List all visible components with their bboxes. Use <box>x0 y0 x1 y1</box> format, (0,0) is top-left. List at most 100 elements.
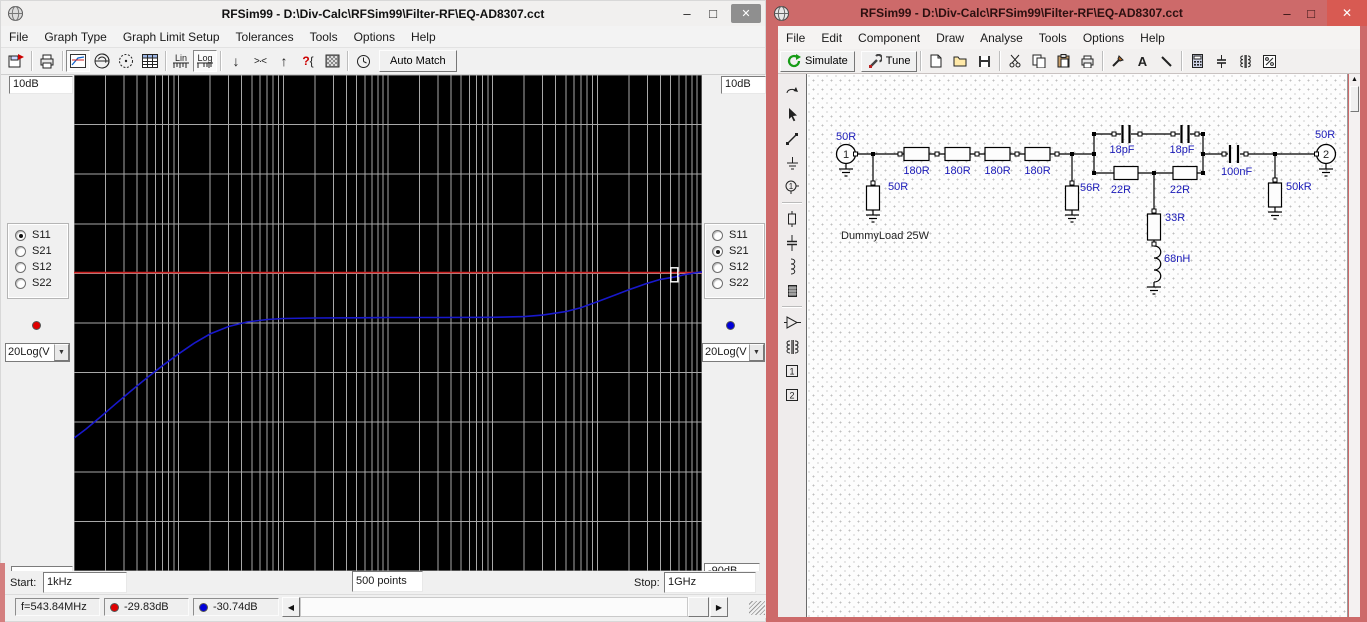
resistor-tool-icon[interactable] <box>781 208 803 229</box>
query-values-icon[interactable]: ?{ <box>296 50 320 72</box>
wire-segment-icon[interactable] <box>781 128 803 149</box>
simulate-button[interactable]: Simulate <box>780 51 855 72</box>
marker-scrollbar-thumb[interactable] <box>688 597 709 617</box>
print-graph-icon[interactable] <box>35 50 59 72</box>
menu-draw[interactable]: Draw <box>928 28 972 48</box>
save-icon[interactable] <box>972 50 996 72</box>
select-pointer-icon[interactable] <box>781 104 803 125</box>
log-scale-icon[interactable]: Log <box>193 50 217 72</box>
line-tool-icon[interactable] <box>1154 50 1178 72</box>
y-top-limit-field-right[interactable]: 10dB <box>721 76 766 94</box>
marker-down-icon[interactable]: ↓ <box>224 50 248 72</box>
radio-s11-left[interactable]: S11 <box>8 227 68 243</box>
wire-tool-icon[interactable] <box>1106 50 1130 72</box>
menu-options[interactable]: Options <box>346 27 403 47</box>
open-file-icon[interactable] <box>948 50 972 72</box>
scrollbar-thumb[interactable] <box>1350 86 1359 112</box>
points-input[interactable]: 500 points <box>352 571 423 592</box>
radio-s22-right[interactable]: S22 <box>705 275 764 291</box>
chevron-down-icon[interactable]: ▼ <box>749 344 764 361</box>
radio-s22-left[interactable]: S22 <box>8 275 68 291</box>
text-tool-icon[interactable]: A <box>1130 50 1154 72</box>
scroll-up-icon[interactable]: ▲ <box>1351 74 1358 86</box>
copy-icon[interactable] <box>1027 50 1051 72</box>
minimize-icon[interactable]: – <box>1279 6 1295 21</box>
two-port-tool-icon[interactable]: 2 <box>781 384 803 405</box>
menu-file[interactable]: File <box>1 27 36 47</box>
misc-component-icon[interactable] <box>1257 50 1281 72</box>
rotate-tool-icon[interactable] <box>781 80 803 101</box>
menu-graph-limit-setup[interactable]: Graph Limit Setup <box>115 27 228 47</box>
capacitor-tool-icon[interactable] <box>1209 50 1233 72</box>
resize-grip[interactable] <box>749 601 765 615</box>
transformer-tool-icon[interactable] <box>1233 50 1257 72</box>
sweep-timer-icon[interactable] <box>351 50 375 72</box>
menu-tools[interactable]: Tools <box>302 27 346 47</box>
close-icon[interactable]: ✕ <box>731 4 761 23</box>
transformer-component-icon[interactable] <box>781 336 803 357</box>
menu-tools[interactable]: Tools <box>1031 28 1075 48</box>
ground-tool-icon[interactable] <box>781 152 803 173</box>
paste-icon[interactable] <box>1051 50 1075 72</box>
output-shunt-resistor[interactable] <box>1269 183 1282 207</box>
menu-graph-type[interactable]: Graph Type <box>36 27 114 47</box>
menu-edit[interactable]: Edit <box>813 28 850 48</box>
schematic-canvas[interactable]: 1 2 <box>806 74 1348 617</box>
linear-scale-icon[interactable]: Lin <box>169 50 193 72</box>
minimize-icon[interactable]: – <box>679 6 695 21</box>
radio-s12-right[interactable]: S12 <box>705 259 764 275</box>
mid-shunt-resistor[interactable] <box>1066 186 1079 210</box>
close-icon[interactable]: ✕ <box>1327 0 1367 26</box>
radio-s21-left[interactable]: S21 <box>8 243 68 259</box>
smith-chart-icon[interactable] <box>90 50 114 72</box>
cut-icon[interactable] <box>1003 50 1027 72</box>
table-view-icon[interactable] <box>138 50 162 72</box>
stop-frequency-input[interactable]: 1GHz <box>664 572 756 593</box>
graph-plot-area[interactable] <box>74 75 702 571</box>
port-2[interactable]: 2 <box>1317 145 1336 164</box>
menu-help[interactable]: Help <box>1132 28 1173 48</box>
radio-s11-right[interactable]: S11 <box>705 227 764 243</box>
y-top-limit-field-left[interactable]: 10dB <box>9 76 73 94</box>
port-tool-icon[interactable]: 1 <box>781 176 803 197</box>
radio-s21-right[interactable]: S21 <box>705 243 764 259</box>
new-file-icon[interactable] <box>924 50 948 72</box>
menu-file[interactable]: File <box>778 28 813 48</box>
input-shunt-resistor[interactable] <box>867 186 880 210</box>
menu-analyse[interactable]: Analyse <box>972 28 1031 48</box>
tolerance-analysis-icon[interactable] <box>320 50 344 72</box>
scale-select-left[interactable]: 20Log(V ▼ <box>5 343 70 362</box>
canvas-vertical-scrollbar[interactable]: ▲ <box>1349 74 1360 617</box>
maximize-icon[interactable]: □ <box>1303 6 1319 21</box>
one-port-tool-icon[interactable]: 1 <box>781 360 803 381</box>
menu-options[interactable]: Options <box>1075 28 1132 48</box>
scale-select-right[interactable]: 20Log(V ▼ <box>702 343 765 362</box>
attenuator-component-icon[interactable] <box>781 280 803 301</box>
maximize-icon[interactable]: □ <box>705 6 721 21</box>
print-icon[interactable] <box>1075 50 1099 72</box>
save-session-icon[interactable] <box>4 50 28 72</box>
rectangular-graph-icon[interactable] <box>66 50 90 72</box>
menu-component[interactable]: Component <box>850 28 928 48</box>
port-1[interactable]: 1 <box>837 145 856 164</box>
graph-marker[interactable] <box>671 268 678 282</box>
tap-inductor[interactable] <box>1154 246 1161 282</box>
marker-scroll-left-icon[interactable]: ◀ <box>282 597 300 617</box>
menu-tolerances[interactable]: Tolerances <box>228 27 302 47</box>
start-frequency-input[interactable]: 1kHz <box>43 572 127 593</box>
inductor-component-icon[interactable] <box>781 256 803 277</box>
marker-scrollbar-track[interactable] <box>300 597 688 617</box>
coupling-capacitor[interactable] <box>1228 145 1240 163</box>
menu-help[interactable]: Help <box>403 27 444 47</box>
polar-chart-icon[interactable] <box>114 50 138 72</box>
radio-s12-left[interactable]: S12 <box>8 259 68 275</box>
capacitor-component-icon[interactable] <box>781 232 803 253</box>
tap-resistor[interactable] <box>1148 214 1161 240</box>
marker-scroll-right-icon[interactable]: ▶ <box>710 597 728 617</box>
amplifier-tool-icon[interactable] <box>781 312 803 333</box>
calculator-icon[interactable] <box>1185 50 1209 72</box>
marker-center-icon[interactable]: >·< <box>248 50 272 72</box>
marker-up-icon[interactable]: ↑ <box>272 50 296 72</box>
chevron-down-icon[interactable]: ▼ <box>54 344 69 361</box>
tune-button[interactable]: Tune <box>861 51 918 72</box>
